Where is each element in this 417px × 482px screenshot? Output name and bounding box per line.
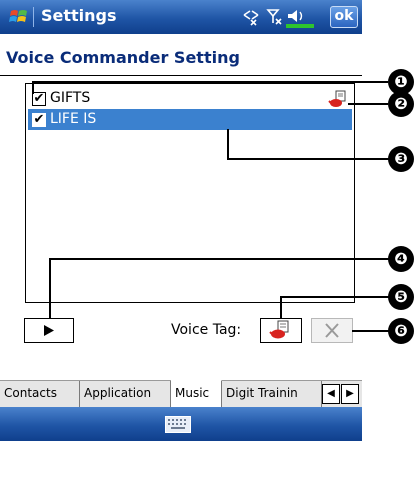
tab-scroll-left-icon[interactable]: ◀ (322, 384, 340, 404)
volume-icon (288, 10, 303, 22)
status-icons (243, 9, 314, 28)
callout-1-line (32, 82, 34, 94)
callout-marker-4: ❹ (388, 246, 414, 272)
tab-digit-training[interactable]: Digit Trainin (222, 381, 322, 407)
callout-marker-6: ❻ (388, 318, 414, 344)
callout-6-line (352, 330, 389, 332)
app-title: Settings (41, 6, 117, 25)
ok-button[interactable]: ok (330, 6, 358, 28)
voice-tag-label: Voice Tag: (171, 322, 242, 338)
callout-4-line (49, 258, 51, 319)
item-checkbox[interactable]: ✔ (32, 92, 46, 106)
tab-scroll-right-icon[interactable]: ▶ (341, 384, 359, 404)
play-icon (44, 325, 54, 336)
callout-2-line (348, 103, 388, 105)
play-button[interactable] (24, 318, 74, 343)
battery-icon (286, 24, 314, 28)
record-voice-tag-button[interactable] (260, 318, 302, 343)
windows-start-icon[interactable] (8, 6, 30, 28)
page-title: Voice Commander Setting (6, 48, 240, 67)
tab-application[interactable]: Application (80, 381, 171, 407)
callout-marker-5: ❺ (388, 284, 414, 310)
list-item-label: GIFTS (50, 90, 91, 106)
callout-5-line (280, 296, 282, 319)
header-divider (0, 75, 362, 76)
voice-tag-icon (328, 90, 346, 107)
tab-contacts[interactable]: Contacts (0, 381, 80, 407)
list-item-label: LIFE IS (50, 111, 97, 127)
callout-3-line (227, 158, 389, 160)
voice-tag-icon (269, 320, 289, 339)
list-item-selected[interactable]: ✔ LIFE IS (28, 109, 352, 130)
title-bar: Settings ok (0, 0, 362, 34)
tab-music[interactable]: Music (171, 380, 222, 407)
signal-off-icon (266, 9, 282, 25)
callout-marker-2: ❷ (388, 91, 414, 117)
callout-4-line (49, 258, 389, 260)
callout-1-line (32, 81, 388, 83)
connectivity-icon (243, 10, 259, 26)
keyboard-icon[interactable] (165, 416, 191, 433)
voice-command-list[interactable]: ✔ GIFTS ✔ LIFE IS (25, 83, 355, 303)
callout-3-line (227, 129, 229, 159)
list-item[interactable]: ✔ GIFTS (28, 88, 352, 109)
callout-5-line (280, 296, 389, 298)
input-panel-bar (0, 407, 362, 441)
tab-bar: Contacts Application Music Digit Trainin… (0, 380, 362, 407)
callout-marker-3: ❸ (388, 146, 414, 172)
delete-voice-tag-button[interactable] (311, 318, 353, 343)
delete-icon (325, 323, 339, 338)
tab-scroll-arrows: ◀ ▶ (322, 384, 360, 404)
title-separator (33, 7, 34, 27)
item-checkbox[interactable]: ✔ (32, 113, 46, 127)
